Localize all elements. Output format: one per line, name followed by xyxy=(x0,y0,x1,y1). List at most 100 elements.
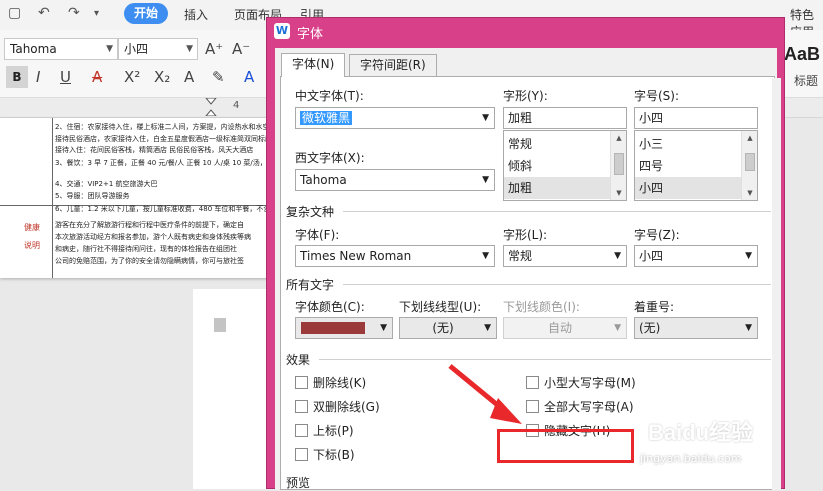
doc-text-line: 4、交通：VIP2+1 航空旅游大巴 xyxy=(55,180,158,188)
scroll-thumb[interactable] xyxy=(745,153,755,171)
document-page[interactable] xyxy=(193,289,276,489)
strikethrough-label[interactable]: 删除线(K) xyxy=(313,374,366,391)
western-font-label: 西文字体(X): xyxy=(295,151,365,165)
section-title: 所有文字 xyxy=(286,278,335,292)
chevron-down-icon: ▼ xyxy=(482,175,489,185)
scrollbar[interactable]: ▲ ▼ xyxy=(610,131,626,200)
western-font-select[interactable]: Tahoma ▼ xyxy=(295,169,495,191)
doc-text-line: 3、餐饮：3 早 7 正餐，正餐 40 元/餐/人 正餐 10 人/桌 10 菜… xyxy=(55,159,272,167)
scrollbar[interactable]: ▲ ▼ xyxy=(741,131,757,200)
font-size-list[interactable]: 小三 四号 小四 ▲ ▼ xyxy=(634,130,758,201)
bold-button[interactable]: B xyxy=(6,66,28,88)
scroll-thumb[interactable] xyxy=(614,153,624,175)
chinese-font-value: 微软雅黑 xyxy=(300,111,353,125)
annotation-highlight-box xyxy=(497,429,634,463)
complex-style-label: 字形(L): xyxy=(503,228,548,242)
font-name-value: Tahoma xyxy=(10,42,57,56)
font-name-combo[interactable]: Tahoma ▼ xyxy=(4,38,118,60)
small-caps-label[interactable]: 小型大写字母(M) xyxy=(544,374,636,391)
text-cursor-block xyxy=(214,318,226,332)
dialog-edge xyxy=(772,78,781,490)
grow-font-icon[interactable]: A⁺ xyxy=(205,40,223,58)
watermark-url: jingyan.baidu.com xyxy=(640,452,742,465)
list-item[interactable]: 四号 xyxy=(635,155,757,177)
tab-home[interactable]: 开始 xyxy=(124,3,168,24)
list-item[interactable]: 小三 xyxy=(635,133,757,155)
row-label: 说明 xyxy=(24,241,40,250)
font-style-list[interactable]: 常规 倾斜 加粗 ▲ ▼ xyxy=(503,130,627,201)
doc-text-line: 接待民俗酒店，农家接待入住，白金五星度假酒店一级标准简双同标间 xyxy=(55,135,272,143)
style-label: 标题 xyxy=(794,74,819,88)
indent-marker-icon[interactable] xyxy=(205,98,217,116)
chevron-down-icon: ▼ xyxy=(484,323,491,333)
undo-icon[interactable]: ↶ xyxy=(38,5,50,21)
font-size-input[interactable]: 小四 xyxy=(634,107,758,129)
superscript-label[interactable]: 上标(P) xyxy=(313,422,354,439)
text-effect-icon[interactable]: A xyxy=(184,68,194,86)
underline-type-select[interactable]: (无) ▼ xyxy=(399,317,497,339)
underline-color-label: 下划线颜色(I): xyxy=(503,300,580,314)
list-item[interactable]: 常规 xyxy=(504,133,626,155)
double-strikethrough-label[interactable]: 双删除线(G) xyxy=(313,398,380,415)
font-size-label: 字号(S): xyxy=(634,89,680,103)
font-size-value: 小四 xyxy=(124,42,149,56)
chinese-font-select[interactable]: 微软雅黑 ▼ xyxy=(295,107,495,129)
all-caps-label[interactable]: 全部大写字母(A) xyxy=(544,398,634,415)
scroll-up-icon[interactable]: ▲ xyxy=(742,131,757,145)
list-item[interactable]: 加粗 xyxy=(504,177,626,199)
complex-size-select[interactable]: 小四 ▼ xyxy=(634,245,758,267)
annotation-arrow-icon xyxy=(448,364,522,424)
underline-icon[interactable]: U xyxy=(60,68,71,86)
complex-font-label: 字体(F): xyxy=(295,228,340,242)
doc-text-line: 接待入住：花间民俗客栈，精筒酒店 民俗民俗客栈，风天大酒店 xyxy=(55,146,254,154)
divider xyxy=(319,359,771,360)
document-page[interactable]: 2、住宿：农家接待入住，楼上标准二人间，方案提，内设热水和水空调以自发电 接待民… xyxy=(0,118,276,278)
dialog-titlebar[interactable]: W 字体 xyxy=(267,18,784,44)
table-border xyxy=(52,118,53,278)
emphasis-select[interactable]: (无) ▼ xyxy=(634,317,758,339)
complex-font-select[interactable]: Times New Roman ▼ xyxy=(295,245,495,267)
shrink-font-icon[interactable]: A⁻ xyxy=(232,40,250,58)
list-item[interactable]: 倾斜 xyxy=(504,155,626,177)
superscript-checkbox[interactable] xyxy=(295,424,308,437)
list-item[interactable]: 小四 xyxy=(635,177,757,199)
row-label: 健康 xyxy=(24,223,40,232)
superscript-icon[interactable]: X² xyxy=(124,68,140,86)
subscript-checkbox[interactable] xyxy=(295,448,308,461)
save-icon[interactable]: ▢ xyxy=(8,5,21,21)
scroll-up-icon[interactable]: ▲ xyxy=(611,131,626,145)
tab-font[interactable]: 字体(N) xyxy=(281,53,346,77)
underline-type-value: (无) xyxy=(432,321,454,335)
tab-insert[interactable]: 插入 xyxy=(184,6,208,23)
redo-icon[interactable]: ↷ xyxy=(68,5,80,21)
scroll-down-icon[interactable]: ▼ xyxy=(742,186,757,200)
italic-icon[interactable]: I xyxy=(36,68,40,86)
baidu-watermark: Baidu经验 xyxy=(648,420,754,445)
doc-text-line: 本次旅游活动经方和报名参加，游个人既有病史和身体残疾等病 xyxy=(55,233,251,241)
complex-size-value: 小四 xyxy=(639,249,664,263)
font-color-icon[interactable]: A xyxy=(244,68,254,86)
strikethrough-icon[interactable]: A xyxy=(92,68,102,86)
highlight-icon[interactable]: ✎ xyxy=(212,68,225,86)
underline-color-select: 自动 ▼ xyxy=(503,317,627,339)
style-preview[interactable]: AaB xyxy=(784,44,820,65)
doc-text-line: 和病史，随行社不得接待闲问往，现有的体检报告在组团社 xyxy=(55,245,237,253)
tab-character-spacing[interactable]: 字符间距(R) xyxy=(349,54,437,76)
font-color-select[interactable]: ▼ xyxy=(295,317,393,339)
chinese-font-label: 中文字体(T): xyxy=(295,89,364,103)
font-size-combo[interactable]: 小四 ▼ xyxy=(118,38,198,60)
scroll-down-icon[interactable]: ▼ xyxy=(611,186,626,200)
complex-font-value: Times New Roman xyxy=(300,249,412,263)
font-style-input[interactable]: 加粗 xyxy=(503,107,627,129)
strikethrough-checkbox[interactable] xyxy=(295,376,308,389)
section-title: 效果 xyxy=(286,353,311,367)
quick-access-dropdown-icon[interactable]: ▾ xyxy=(94,8,99,19)
underline-color-value: 自动 xyxy=(547,321,572,335)
doc-text-line: 2、住宿：农家接待入住，楼上标准二人间，方案提，内设热水和水空调以自发电 xyxy=(55,123,276,131)
complex-style-select[interactable]: 常规 ▼ xyxy=(503,245,627,267)
subscript-label[interactable]: 下标(B) xyxy=(313,446,355,463)
western-font-value: Tahoma xyxy=(300,173,347,187)
chevron-down-icon: ▼ xyxy=(186,44,193,54)
subscript-icon[interactable]: X₂ xyxy=(154,68,170,86)
double-strikethrough-checkbox[interactable] xyxy=(295,400,308,413)
